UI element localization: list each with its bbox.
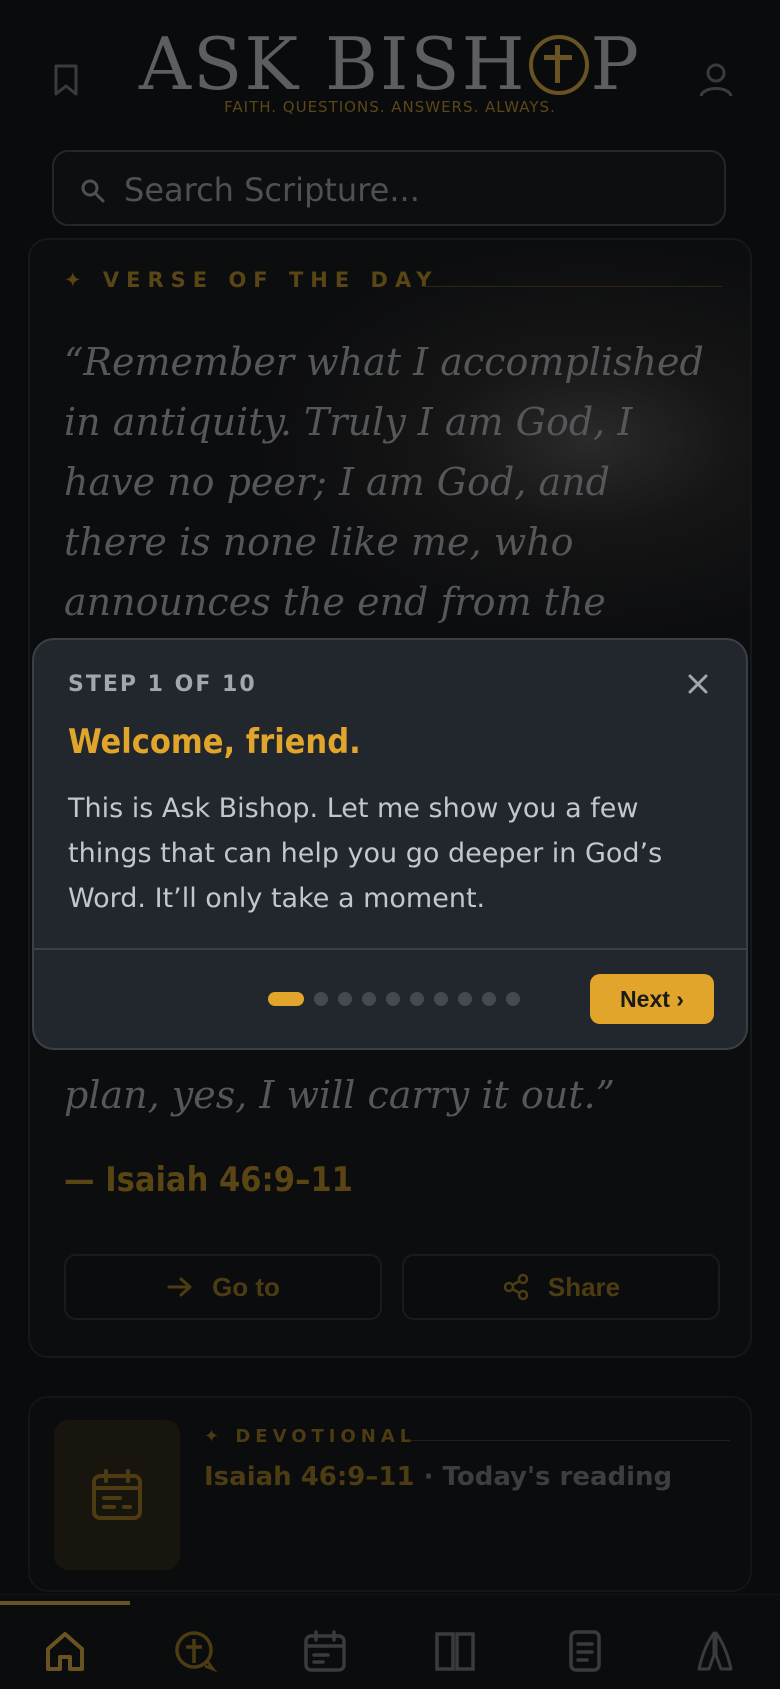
step-dot [458,992,472,1006]
step-dot [338,992,352,1006]
step-dot [268,992,304,1006]
close-icon[interactable] [680,666,716,702]
next-button[interactable]: Next › [590,974,714,1024]
step-dot [314,992,328,1006]
step-indicator: STEP 1 OF 10 [68,672,257,697]
dialog-title: Welcome, friend. [68,722,361,762]
step-dot [482,992,496,1006]
step-dot [506,992,520,1006]
step-dot [410,992,424,1006]
dialog-divider [34,948,746,950]
step-dot [434,992,448,1006]
dialog-body: This is Ask Bishop. Let me show you a fe… [68,793,663,914]
step-dot [386,992,400,1006]
step-dot [362,992,376,1006]
tour-dialog: STEP 1 OF 10 Welcome, friend. This is As… [32,638,748,1050]
